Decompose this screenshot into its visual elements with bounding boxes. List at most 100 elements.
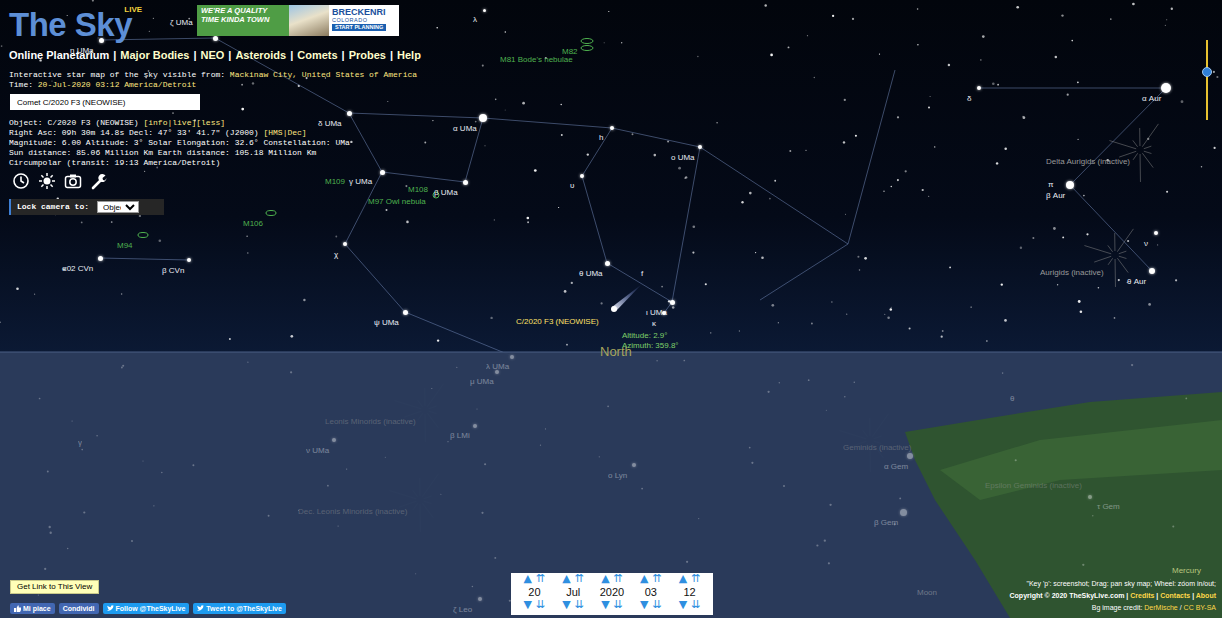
fast-down-button[interactable]: ⇊	[614, 599, 623, 611]
step-down-button[interactable]: ▼	[640, 599, 648, 611]
shower-label[interactable]: Dec. Leonis Minorids (inactive)	[298, 497, 407, 521]
nav-item[interactable]: Help	[397, 49, 421, 61]
star-label[interactable]: θ UMa	[579, 259, 603, 283]
star-dot[interactable]	[495, 370, 499, 374]
step-down-button[interactable]: ▼	[679, 599, 687, 611]
dso-name[interactable]: M81 Bode's nebulae	[500, 55, 573, 64]
star-label[interactable]: ψ UMa	[374, 308, 399, 332]
cardinal-label[interactable]: North	[600, 339, 632, 363]
star-dot[interactable]	[463, 180, 468, 185]
step-down-button[interactable]: ▼	[601, 599, 609, 611]
star-label[interactable]: ζ UMa	[170, 8, 193, 32]
fast-down-button[interactable]: ⇊	[691, 599, 700, 611]
star-label[interactable]: ζ Leo	[453, 595, 472, 618]
star-dot[interactable]	[403, 310, 408, 315]
zoom-knob[interactable]	[1202, 67, 1212, 77]
star-label[interactable]: χ	[334, 240, 338, 264]
shower-label[interactable]: Geminids (inactive)	[843, 433, 911, 457]
shower-name[interactable]: Leonis Minorids (inactive)	[325, 417, 416, 426]
get-link-button[interactable]: Get Link to This View	[10, 580, 99, 594]
dso-label[interactable]: M108	[408, 175, 428, 199]
link[interactable]: DerMische	[1144, 604, 1177, 611]
star-label[interactable]: β Gem	[874, 508, 898, 532]
object-search[interactable]	[10, 94, 200, 110]
link[interactable]: Mackinaw City, United States of America	[230, 70, 417, 79]
fast-up-button[interactable]: ⇈	[536, 573, 545, 585]
star-label[interactable]: ο UMa	[671, 143, 695, 167]
shower-name[interactable]: Epsilon Geminids (inactive)	[985, 481, 1082, 490]
shower-label[interactable]: Aurigids (inactive)	[1040, 258, 1104, 282]
star-label[interactable]: δ	[967, 84, 971, 108]
nav-item[interactable]: Online Planetarium	[9, 49, 109, 61]
clock-button[interactable]	[12, 172, 30, 190]
link[interactable]: About	[1196, 592, 1216, 599]
star-label[interactable]: β Aur	[1046, 181, 1065, 205]
star-name[interactable]: β Aur	[1046, 191, 1065, 200]
nav-item[interactable]: Comets	[297, 49, 337, 61]
nav-item[interactable]: Probes	[349, 49, 386, 61]
star-name[interactable]: β Gem	[874, 518, 898, 527]
star-label[interactable]: h	[599, 123, 603, 147]
social-button[interactable]: Follow @TheSkyLive	[103, 603, 190, 614]
star-dot[interactable]	[670, 300, 675, 305]
star-name[interactable]: α UMa	[453, 124, 477, 133]
star-dot[interactable]	[483, 9, 486, 12]
star-label[interactable]: θ Aur	[1127, 267, 1146, 291]
star-dot[interactable]	[977, 86, 981, 90]
star-label[interactable]: ν	[1144, 229, 1148, 253]
star-dot[interactable]	[473, 424, 477, 428]
step-up-button[interactable]: ▲	[562, 573, 570, 585]
lock-select[interactable]: Object	[97, 201, 139, 213]
star-label[interactable]: α Gem	[884, 452, 908, 476]
star-label[interactable]: α UMa	[453, 114, 477, 138]
star-label[interactable]: λ	[473, 5, 477, 29]
nav-item[interactable]: Asteroids	[235, 49, 286, 61]
shower-label[interactable]: Leonis Minorids (inactive)	[325, 407, 416, 431]
dso-name[interactable]: M108	[408, 185, 428, 194]
link[interactable]: Credits	[1130, 592, 1154, 599]
step-down-button[interactable]: ▼	[562, 599, 570, 611]
fast-up-button[interactable]: ⇈	[575, 573, 584, 585]
star-name[interactable]: θ Aur	[1127, 277, 1146, 286]
star-name[interactable]: β UMa	[434, 188, 458, 197]
dso-name[interactable]: M82	[562, 47, 578, 56]
star-label[interactable]: ι UMa	[646, 298, 667, 322]
link[interactable]: 20-Jul-2020 03:12 America/Detroit	[38, 80, 196, 89]
star-name[interactable]: α02 CVn	[62, 264, 93, 273]
star-label[interactable]: κ	[652, 309, 656, 333]
dso-label[interactable]: M81 Bode's nebulae	[500, 45, 573, 69]
link[interactable]: [info|live][less]	[143, 118, 225, 127]
star-dot[interactable]	[1149, 268, 1155, 274]
star-dot[interactable]	[98, 256, 103, 261]
info-name[interactable]: Altitude: 2.9°	[622, 331, 667, 340]
star-label[interactable]: ν UMa	[306, 436, 329, 460]
star-name[interactable]: λ	[473, 15, 477, 24]
star-label[interactable]: f	[641, 259, 643, 283]
zoom-slider[interactable]	[1206, 40, 1208, 120]
ad-photo[interactable]	[289, 5, 329, 36]
fast-down-button[interactable]: ⇊	[575, 599, 584, 611]
moon-name[interactable]: Moon	[917, 588, 937, 597]
sky-map[interactable]: η UMaζ UMaλM82M81 Bode's nebulaeδ UMaα U…	[0, 0, 1222, 618]
star-name[interactable]: ο UMa	[671, 153, 695, 162]
star-name[interactable]: θ UMa	[579, 269, 603, 278]
star-dot[interactable]	[900, 509, 907, 516]
social-button[interactable]: Tweet to @TheSkyLive	[193, 603, 286, 614]
step-down-button[interactable]: ▼	[524, 599, 532, 611]
cardinal-name[interactable]: North	[600, 344, 632, 359]
star-dot[interactable]	[907, 453, 913, 459]
dso-label[interactable]: M109	[325, 167, 345, 191]
star-name[interactable]: ο Lyn	[608, 471, 627, 480]
star-name[interactable]: ψ UMa	[374, 318, 399, 327]
link[interactable]: CC BY-SA	[1184, 604, 1216, 611]
star-name[interactable]: α Gem	[884, 462, 908, 471]
comet-name[interactable]: C/2020 F3 (NEOWISE)	[516, 317, 599, 326]
shower-name[interactable]: Delta Aurigids (inactive)	[1046, 157, 1130, 166]
dso-label[interactable]: M94	[117, 231, 133, 255]
star-dot[interactable]	[580, 174, 584, 178]
star-dot[interactable]	[479, 114, 487, 122]
star-dot[interactable]	[347, 111, 352, 116]
fast-up-button[interactable]: ⇈	[652, 573, 661, 585]
star-label[interactable]: α02 CVn	[62, 254, 93, 278]
ad-headline[interactable]: WE'RE A QUALITY TIME KINDA TOWN	[197, 5, 289, 36]
